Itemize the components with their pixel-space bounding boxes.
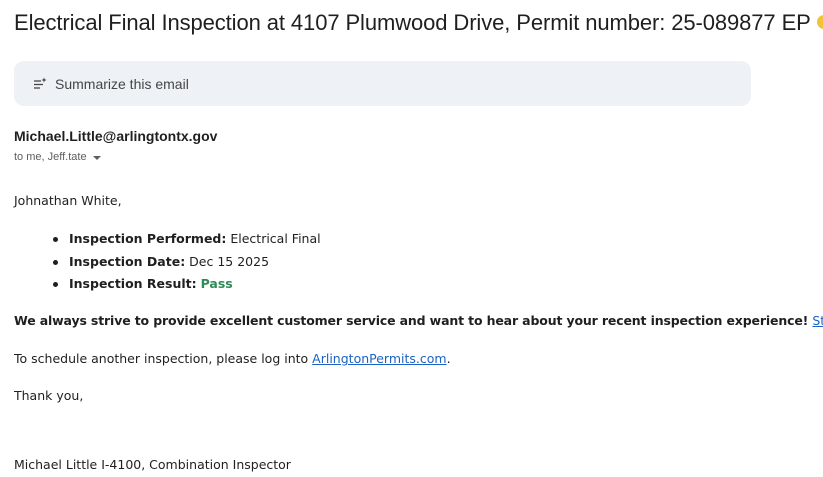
detail-key: Inspection Performed: (69, 231, 227, 246)
summarize-label: Summarize this email (55, 75, 189, 92)
schedule-paragraph: To schedule another inspection, please l… (14, 351, 451, 366)
schedule-text: To schedule another inspection, please l… (14, 351, 309, 366)
detail-key: Inspection Date: (69, 253, 186, 269)
detail-key: Inspection Result: (69, 276, 197, 291)
list-item: Inspection Performed: Electrical Final (14, 231, 321, 254)
list-item: Inspection Result: Pass (14, 276, 321, 299)
email-subject: Electrical Final Inspection at 4107 Plum… (14, 10, 811, 35)
detail-value: Dec 15 2025 (189, 253, 270, 269)
greeting: Johnathan White, (14, 193, 122, 208)
detail-value: Electrical Final (230, 231, 321, 246)
start-feedback-link[interactable]: Start feedback! (812, 313, 823, 328)
sparkle-list-icon (33, 77, 47, 91)
email-view: Electrical Final Inspection at 4107 Plum… (0, 0, 823, 477)
summarize-email-button[interactable]: Summarize this email (14, 61, 751, 106)
feedback-paragraph: We always strive to provide excellent cu… (14, 313, 823, 328)
signature: Michael Little I-4100, Combination Inspe… (14, 457, 291, 472)
recipients-text: to me, Jeff.tate (14, 151, 87, 163)
schedule-suffix: . (446, 351, 451, 366)
list-item: Inspection Date: Dec 15 2025 (14, 254, 321, 277)
recipients-toggle[interactable]: to me, Jeff.tate (14, 151, 101, 163)
chevron-down-icon[interactable] (92, 155, 101, 160)
inspection-result-status: Pass (200, 276, 233, 291)
closing: Thank you, (14, 388, 84, 403)
sender-address[interactable]: Michael.Little@arlingtontx.gov (14, 128, 217, 144)
inspection-details-list: Inspection Performed: Electrical Final I… (14, 231, 321, 299)
label-dot-icon[interactable] (817, 15, 823, 29)
feedback-text: We always strive to provide excellent cu… (14, 313, 809, 328)
arlington-permits-link[interactable]: ArlingtonPermits.com (312, 351, 446, 366)
